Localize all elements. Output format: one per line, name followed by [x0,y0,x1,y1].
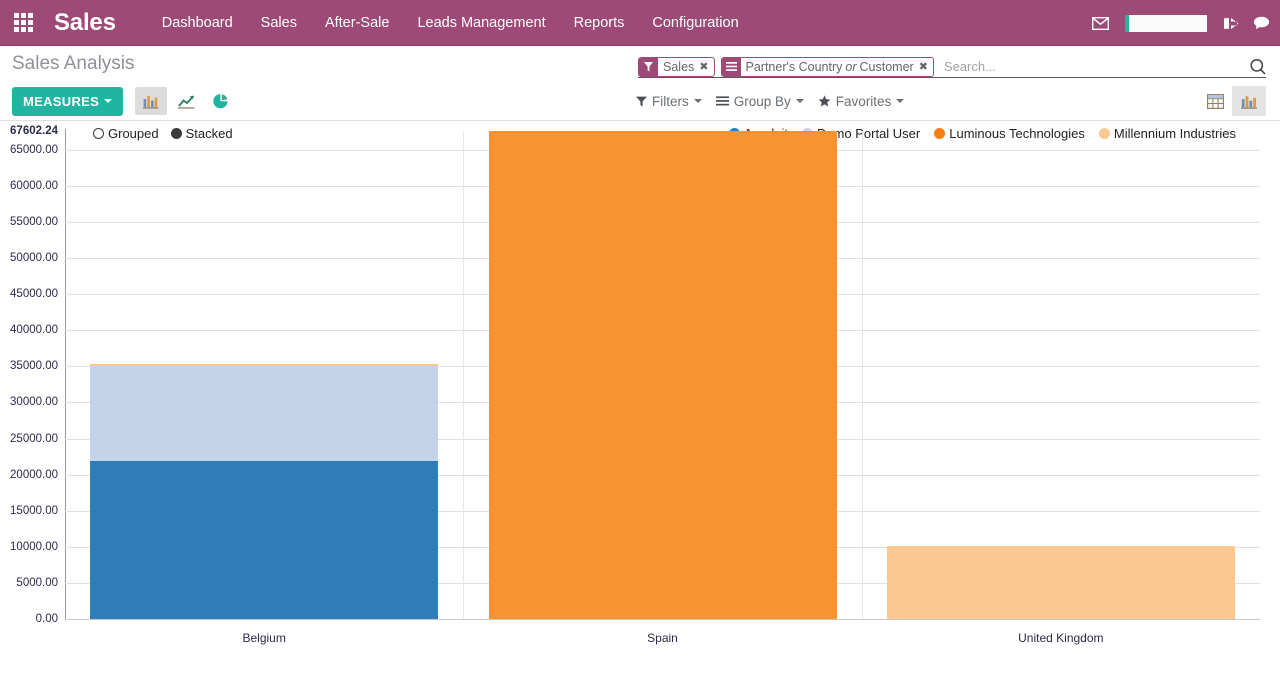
control-panel: Sales Analysis Sales ✖ Partner's Country… [0,46,1280,121]
y-axis-tick-label: 50000.00 [0,252,58,264]
y-axis-tick-label: 45000.00 [0,288,58,300]
nav-item-reports[interactable]: Reports [560,0,639,46]
search-facet-groupby[interactable]: Partner's CountryorCustomer ✖ [721,57,934,77]
filter-funnel-icon [639,58,658,76]
filters-dropdown[interactable]: Filters [636,94,702,109]
nav-item-sales[interactable]: Sales [247,0,311,46]
y-axis-tick-label: 25000.00 [0,433,58,445]
chart-plot-area: 0.00 5000.00 10000.00 15000.00 20000.00 25000… [0,121,1280,667]
chart-type-switcher [135,87,240,115]
apps-grid-icon [14,13,33,32]
y-axis-tick-label: 35000.00 [0,360,58,372]
measures-button[interactable]: MEASURES [12,87,123,116]
x-axis-tick-label: Belgium [242,631,285,645]
sign-in-icon[interactable] [1223,16,1239,31]
search-facet-label: Sales [658,58,699,76]
nav-item-dashboard[interactable]: Dashboard [148,0,247,46]
y-axis-tick-label: 0.00 [0,613,58,625]
graph-bar-icon[interactable] [1232,86,1266,116]
graph-view: Grouped Stacked Agrolait Demo Portal Use… [0,121,1280,667]
nav-item-after-sale[interactable]: After-Sale [311,0,403,46]
search-facet-label: Partner's CountryorCustomer [741,58,919,76]
apps-menu-button[interactable] [0,0,46,46]
search-dropdowns: Filters Group By [636,94,904,109]
nav-item-configuration[interactable]: Configuration [638,0,752,46]
facet-text-pre: Partner's Country [746,60,843,74]
view-switcher [1198,86,1266,116]
close-icon[interactable]: ✖ [699,58,713,76]
y-axis-tick-label: 55000.00 [0,216,58,228]
chart-bar[interactable] [90,364,438,366]
search-input[interactable] [940,57,1243,77]
page-title: Sales Analysis [12,46,135,82]
chart-bar[interactable] [90,366,438,461]
app-brand-title: Sales [54,0,116,46]
x-axis-tick-label: United Kingdom [1018,631,1103,645]
close-icon[interactable]: ✖ [919,58,933,76]
search-view: Sales ✖ Partner's CountryorCustomer ✖ [638,56,1266,78]
chart-bar[interactable] [887,546,1235,619]
group-by-dropdown[interactable]: Group By [716,94,804,109]
group-by-label: Group By [734,94,791,109]
filter-funnel-icon [636,96,647,107]
facet-text-post: Customer [860,60,914,74]
y-axis-tick-label: 15000.00 [0,505,58,517]
favorites-dropdown[interactable]: Favorites [818,94,905,109]
facet-text-or: or [842,60,859,74]
top-navbar: Sales Dashboard Sales After-Sale Leads M… [0,0,1280,46]
favorites-label: Favorites [836,94,892,109]
chevron-down-icon [694,99,702,103]
y-axis-tick-label: 30000.00 [0,396,58,408]
search-facet-sales[interactable]: Sales ✖ [638,57,715,77]
main-menu: Dashboard Sales After-Sale Leads Managem… [148,0,753,46]
search-icon[interactable] [1243,58,1266,75]
chevron-down-icon [104,99,112,103]
y-axis-tick-label: 40000.00 [0,324,58,336]
group-by-lines-icon [716,96,729,106]
y-axis-tick-label: 65000.00 [0,144,58,156]
category-separator [862,131,863,619]
line-chart-icon[interactable] [170,87,202,115]
pie-chart-icon[interactable] [205,87,237,115]
control-panel-bottom-row: MEASURES [0,82,1280,120]
bar-chart-icon[interactable] [135,87,167,115]
x-axis-tick-label: Spain [647,631,678,645]
category-separator [463,131,464,619]
measures-button-label: MEASURES [23,94,99,109]
x-axis-baseline [65,619,1260,620]
y-axis-line [65,129,66,619]
nav-item-leads-management[interactable]: Leads Management [403,0,559,46]
y-axis-tick-label: 60000.00 [0,180,58,192]
chart-bar[interactable] [90,461,438,619]
y-axis-tick-label: 10000.00 [0,541,58,553]
group-by-lines-icon [722,58,741,76]
y-axis-tick-label: 20000.00 [0,469,58,481]
chevron-down-icon [796,99,804,103]
y-axis-max-label: 67602.24 [0,125,58,137]
pivot-table-icon[interactable] [1198,86,1232,116]
user-menu-box[interactable] [1125,15,1207,32]
mail-icon[interactable] [1092,17,1109,30]
filters-label: Filters [652,94,689,109]
chart-bar[interactable] [489,131,837,619]
star-icon [818,95,831,107]
chat-icon[interactable] [1253,16,1270,30]
chevron-down-icon [896,99,904,103]
navbar-right-tools [1092,0,1270,46]
y-axis-tick-label: 5000.00 [0,577,58,589]
